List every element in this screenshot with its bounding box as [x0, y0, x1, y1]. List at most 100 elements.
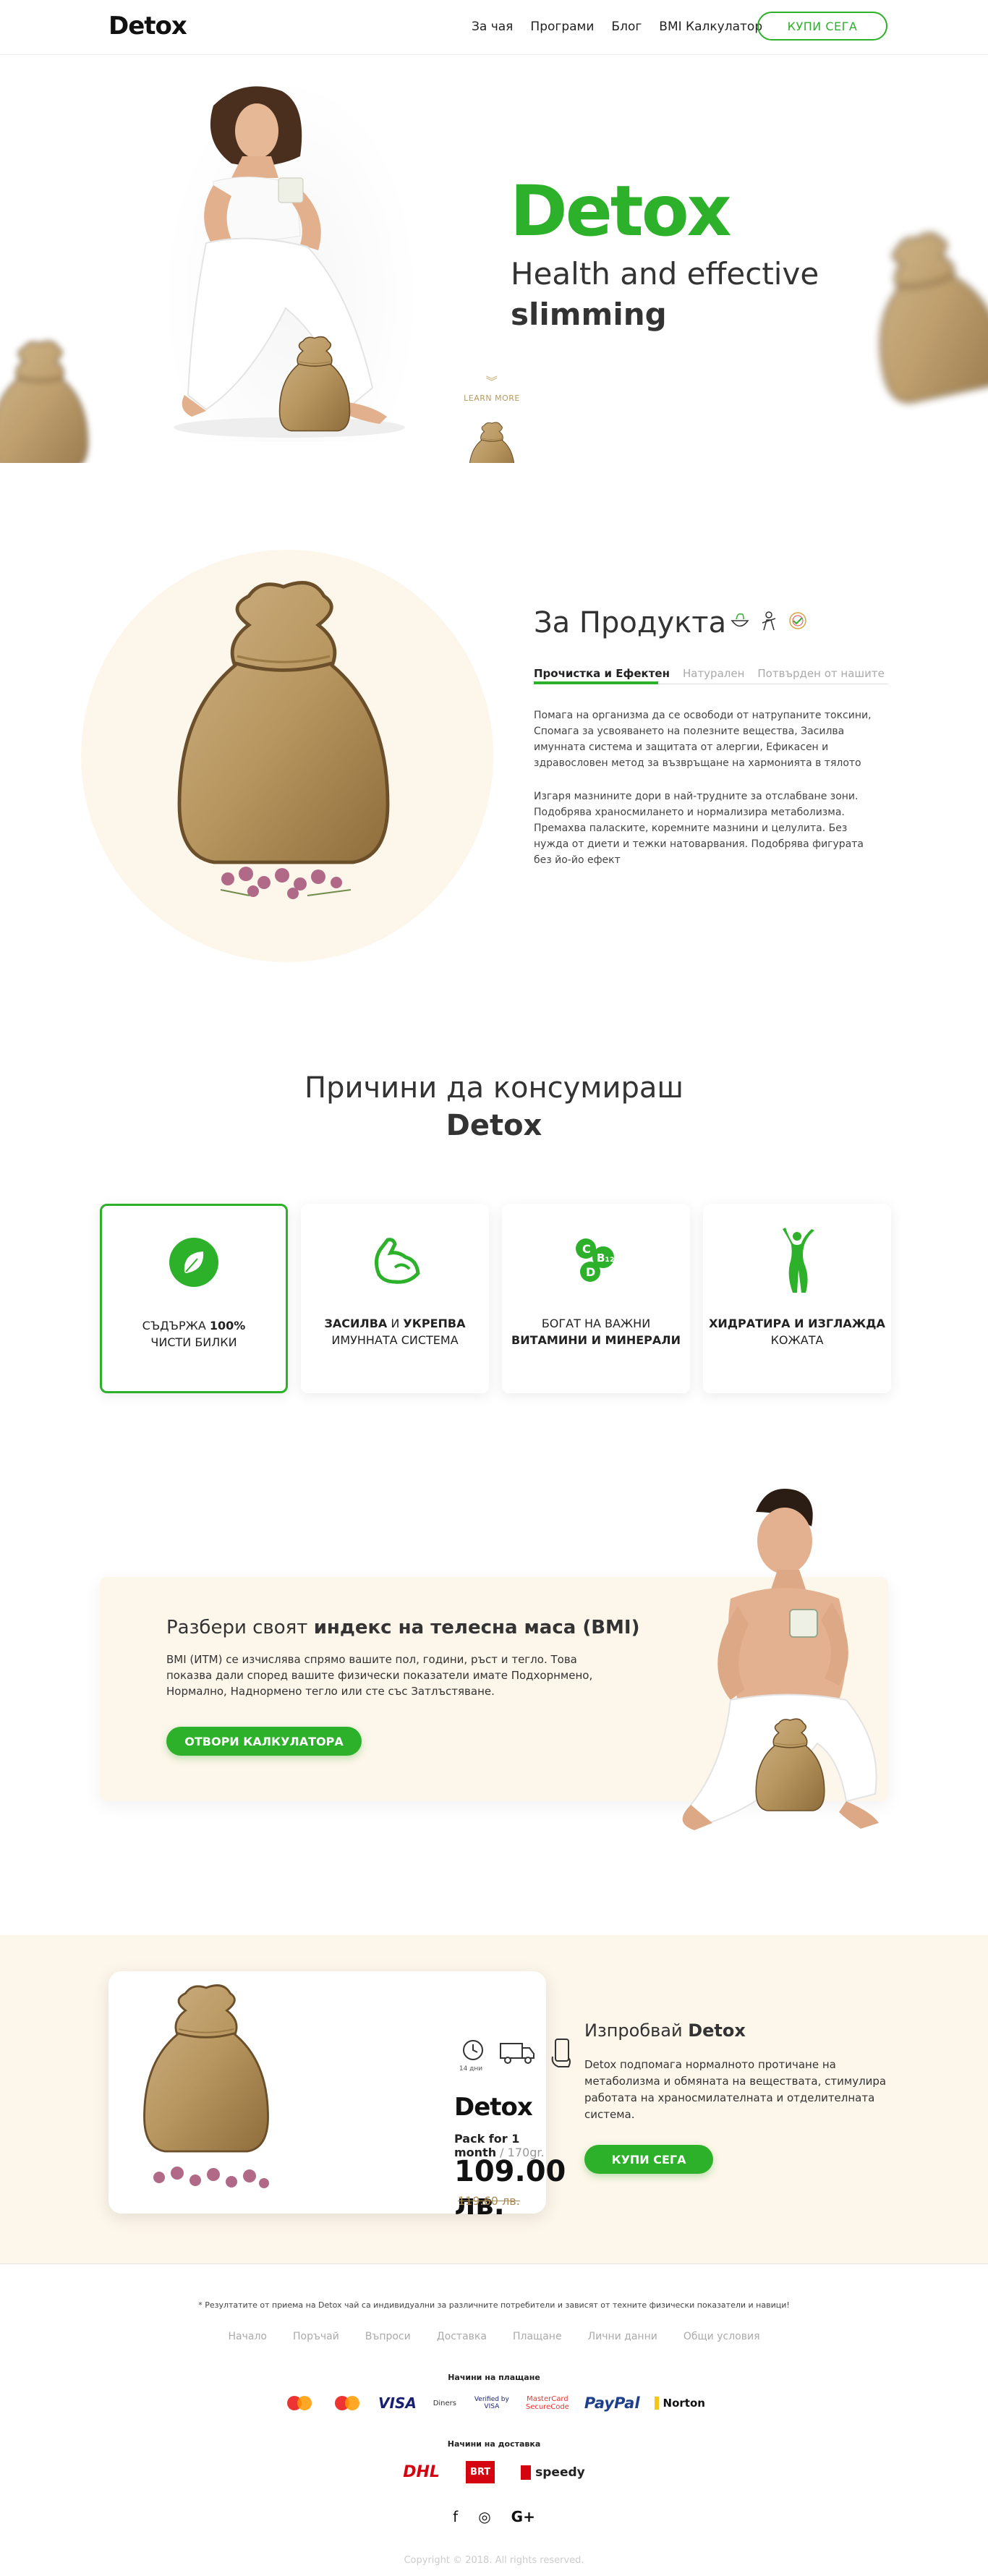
bmi-title-pre: Разбери своят [166, 1617, 314, 1638]
open-calculator-button[interactable]: ОТВОРИ КАЛКУЛАТОРА [166, 1727, 362, 1756]
bmi-section: Разбери своят индекс на телесна маса (BM… [0, 1483, 988, 1935]
footer-link-home[interactable]: Начало [229, 2331, 267, 2342]
muscle-arm-icon [366, 1231, 424, 1289]
google-plus-icon[interactable]: G+ [511, 2508, 535, 2525]
product-sack-image [168, 571, 399, 875]
norton-logo: Norton [654, 2397, 705, 2410]
nav-item-bmi-calculator[interactable]: BMI Калкулатор [659, 20, 762, 34]
try-title-pre: Изпробвай [584, 2020, 689, 2041]
chevron-down-icon: ︾ [485, 375, 498, 388]
shipping-methods-label: Начини на доставка [447, 2439, 541, 2449]
nav-item-about-tea[interactable]: За чая [472, 20, 513, 34]
footer-links: Начало Поръчай Въпроси Доставка Плащане … [0, 2331, 988, 2342]
reasons-title-line1: Причини да консумираш [305, 1071, 683, 1105]
product-old-price: 119.60 лв. [458, 2194, 520, 2208]
svg-text:D: D [586, 1265, 595, 1279]
nav-item-programs[interactable]: Програми [530, 20, 594, 34]
reason-card-herbs[interactable]: СЪДЪРЖА 100% ЧИСТИ БИЛКИ [100, 1204, 288, 1393]
product-card-sack-image [137, 1950, 275, 2188]
reasons-section: Причини да консумираш Detox СЪДЪРЖА 100%… [0, 1006, 988, 1483]
diners-logo: Diners [433, 2399, 456, 2407]
clock-icon: 14 дни [456, 2038, 486, 2073]
try-buy-now-button[interactable]: КУПИ СЕГА [584, 2145, 713, 2174]
clock-label: 14 дни [459, 2065, 483, 2073]
card2-bold: ЗАСИЛВА [324, 1317, 388, 1330]
product-feature-icons: 14 дни [456, 2038, 574, 2073]
learn-more-label: LEARN MORE [464, 394, 520, 403]
learn-more-link[interactable]: ︾ LEARN MORE [463, 372, 521, 403]
reason-card-immunity[interactable]: ЗАСИЛВА И УКРЕПВА ИМУННАТА СИСТЕМА [301, 1204, 489, 1393]
card2-post: И [387, 1317, 404, 1330]
hero-sack-image [275, 333, 354, 435]
bmi-sack-image [752, 1714, 828, 1816]
hero-subtitle-line2: slimming [511, 297, 667, 332]
mastercard-logo [335, 2396, 360, 2410]
product-card: 14 дни Detox Pack for 1 month / 170gr. 1… [108, 1971, 571, 2222]
hero-woman-image [163, 77, 420, 442]
about-product-section: За Продукта Прочистка и Ефектен Натурале… [0, 463, 988, 1006]
body-silhouette-icon [768, 1227, 826, 1293]
footer-link-terms[interactable]: Общи условия [683, 2331, 760, 2342]
mastercard-securecode-logo: MasterCard SecureCode [525, 2395, 569, 2411]
about-title: За Продукта [534, 606, 727, 639]
svg-text:B₁₂: B₁₂ [597, 1251, 615, 1264]
facebook-icon[interactable]: f [453, 2508, 458, 2525]
hero-subtitle: Health and effective slimming [511, 254, 819, 335]
about-icons [729, 610, 809, 632]
bmi-title-bold: индекс на телесна маса (BMI) [313, 1617, 640, 1638]
payment-logos: VISA Diners Verified by VISA MasterCard … [0, 2393, 988, 2413]
bowl-herbs-icon [731, 613, 749, 627]
about-paragraph-1: Помага на организма да се освободи от на… [534, 710, 872, 769]
footer-disclaimer: * Резултатите от приема на Detox чай са … [198, 2300, 790, 2310]
leaf-icon [165, 1233, 223, 1291]
tab-cleansing[interactable]: Прочистка и Ефектен [534, 660, 670, 684]
footer-link-privacy[interactable]: Лични данни [588, 2331, 657, 2342]
delivery-truck-icon [500, 2043, 535, 2064]
card2-line2: ИМУННАТА СИСТЕМА [331, 1333, 459, 1347]
hero-title: Detox [510, 171, 732, 252]
instagram-icon[interactable]: ◎ [478, 2508, 490, 2525]
about-tabs: Прочистка и Ефектен Натурален Потвърден … [534, 660, 888, 684]
footer-link-payment[interactable]: Плащане [513, 2331, 562, 2342]
reason-card-vitamins[interactable]: C B₁₂ D БОГАТ НА ВАЖНИ ВИТАМИНИ И МИНЕРАЛИ [502, 1204, 690, 1393]
tab-confirmed[interactable]: Потвърден от нашите [757, 660, 884, 684]
blurred-sack-right-image [848, 216, 988, 415]
paypal-logo: PayPal [584, 2394, 640, 2412]
visa-logo: VISA [378, 2394, 417, 2412]
product-card-flowers-image [153, 2167, 269, 2188]
social-links: f ◎ G+ [0, 2508, 988, 2525]
footer-link-delivery[interactable]: Доставка [437, 2331, 487, 2342]
footer-link-order[interactable]: Поръчай [293, 2331, 339, 2342]
seal-check-icon [789, 612, 806, 629]
maestro-logo [287, 2396, 312, 2410]
hero-section: Detox Health and effective slimming ︾ LE… [0, 55, 988, 463]
card2-bold2: УКРЕПВА [403, 1317, 466, 1330]
nav-item-blog[interactable]: Блог [611, 20, 642, 34]
svg-text:C: C [582, 1242, 591, 1256]
dhl-logo: DHL [403, 2463, 440, 2481]
logo[interactable]: Detox [108, 12, 187, 41]
hero-subtitle-line1: Health and effective [511, 256, 819, 292]
bmi-text: BMI (ИТМ) се изчислява спрямо вашите пол… [166, 1653, 593, 1698]
reasons-cards: СЪДЪРЖА 100% ЧИСТИ БИЛКИ ЗАСИЛВА И УКРЕПВ… [100, 1204, 891, 1393]
dried-flowers-image [220, 867, 352, 899]
learn-more-sack-image [467, 420, 517, 463]
brt-logo: BRT [465, 2461, 495, 2483]
reasons-title-line2: Detox [446, 1109, 542, 1142]
tab-natural[interactable]: Натурален [683, 660, 744, 684]
footer-link-faq[interactable]: Въпроси [365, 2331, 411, 2342]
payment-methods-label: Начини на плащане [448, 2373, 540, 2382]
phone-hand-icon [551, 2039, 571, 2067]
card3-line2: ВИТАМИНИ И МИНЕРАЛИ [511, 1333, 681, 1347]
buy-now-button[interactable]: КУПИ СЕГА [757, 12, 887, 41]
site-header: Detox За чая Програми Блог BMI Калкулато… [0, 0, 988, 55]
copyright: Copyright © 2018. All rights reserved. [404, 2555, 584, 2566]
card1-line2: ЧИСТИ БИЛКИ [150, 1335, 237, 1349]
vitamins-icon: C B₁₂ D [567, 1231, 625, 1289]
verified-by-visa-logo: Verified by VISA [474, 2396, 509, 2410]
person-icon [762, 611, 776, 631]
reason-card-skin[interactable]: ХИДРАТИРА И ИЗГЛАЖДА КОЖАТА [703, 1204, 891, 1393]
product-price: 109.00 лв. [454, 2155, 566, 2222]
card4-line2: КОЖАТА [770, 1333, 824, 1347]
card4-line1: ХИДРАТИРА И ИЗГЛАЖДА [709, 1317, 885, 1330]
